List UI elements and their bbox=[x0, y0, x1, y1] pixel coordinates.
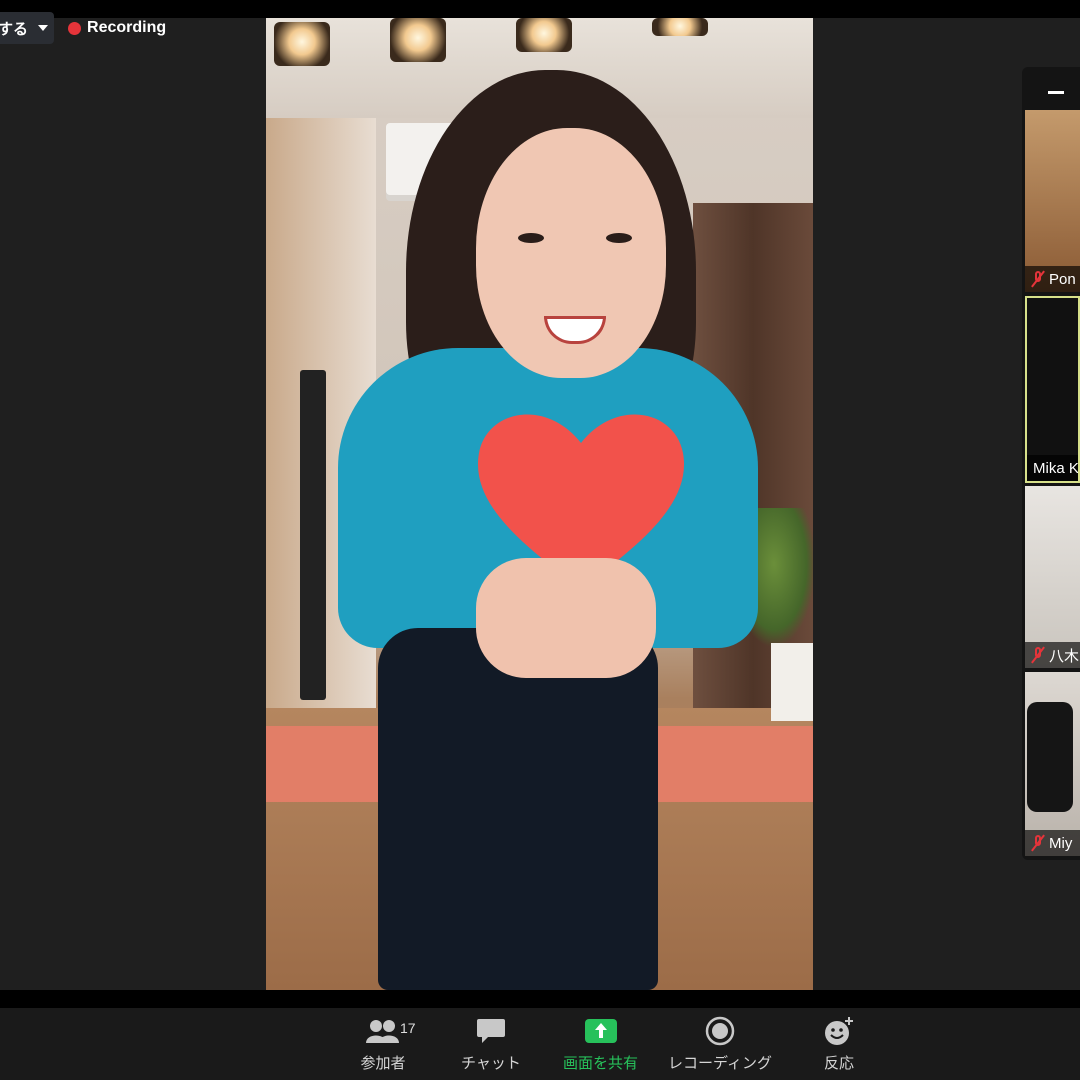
participant-video bbox=[1025, 110, 1080, 292]
participant-name-bar: Miy bbox=[1025, 830, 1080, 856]
recording-indicator: Recording bbox=[68, 19, 166, 37]
participant-name-bar: 八木 bbox=[1025, 642, 1080, 668]
participant-tile[interactable]: Pon bbox=[1025, 110, 1080, 292]
participants-icon: 17 bbox=[356, 1016, 416, 1046]
meeting-toolbar bbox=[0, 1008, 1080, 1080]
share-screen-icon bbox=[584, 1016, 618, 1046]
recording-status-label: Recording bbox=[87, 19, 167, 36]
window-bottom-bar bbox=[0, 990, 1080, 1008]
participant-video bbox=[1025, 486, 1080, 668]
gallery-strip-header bbox=[1022, 67, 1080, 107]
chevron-down-icon[interactable] bbox=[38, 25, 49, 31]
person-hands bbox=[476, 558, 656, 678]
floor-speaker bbox=[300, 370, 326, 700]
participant-figure bbox=[1027, 702, 1073, 812]
record-icon bbox=[705, 1016, 735, 1046]
chat-button[interactable]: チャット bbox=[461, 1016, 521, 1073]
participant-name-bar: Mika K bbox=[1027, 455, 1079, 481]
recording-controls: する Recording bbox=[0, 12, 166, 44]
participant-tile-active-speaker[interactable]: Mika K bbox=[1025, 296, 1080, 483]
chat-label: チャット bbox=[461, 1055, 521, 1072]
person-pants bbox=[378, 628, 658, 990]
participant-name: 八木 bbox=[1049, 647, 1080, 665]
ceiling-light bbox=[516, 18, 572, 52]
minimize-icon[interactable] bbox=[1048, 91, 1064, 94]
reactions-label: 反応 bbox=[823, 1055, 854, 1072]
participant-name: Mika K bbox=[1033, 459, 1079, 477]
record-button[interactable]: レコーディング bbox=[668, 1016, 772, 1073]
participants-count: 17 bbox=[400, 1020, 416, 1036]
chat-icon bbox=[476, 1016, 506, 1046]
share-screen-button[interactable]: 画面を共有 bbox=[563, 1016, 638, 1073]
mic-muted-icon bbox=[1031, 270, 1045, 288]
participants-label: 参加者 bbox=[360, 1055, 406, 1072]
participant-name: Miy bbox=[1049, 834, 1073, 852]
person-eye bbox=[606, 233, 632, 243]
recording-dot-icon bbox=[68, 21, 82, 35]
record-label: レコーディング bbox=[668, 1055, 772, 1072]
reactions-button[interactable]: 反応 bbox=[822, 1016, 856, 1073]
participant-name: Pon bbox=[1049, 270, 1076, 288]
ceiling-light bbox=[652, 18, 708, 36]
ceiling-light bbox=[390, 18, 446, 62]
stop-recording-label: する bbox=[0, 20, 29, 38]
share-screen-label: 画面を共有 bbox=[563, 1055, 639, 1072]
participant-tile[interactable]: Miy bbox=[1025, 672, 1080, 856]
smiley-plus-icon bbox=[825, 1017, 853, 1045]
mic-muted-icon bbox=[1031, 834, 1045, 852]
record-circle-icon bbox=[705, 1016, 735, 1046]
participant-tile[interactable]: 八木 bbox=[1025, 486, 1080, 668]
main-speaker-video bbox=[266, 18, 813, 990]
plant-pot bbox=[771, 643, 813, 721]
mic-muted-icon bbox=[1031, 646, 1045, 664]
participant-name-bar: Pon bbox=[1025, 266, 1080, 292]
reactions-icon bbox=[822, 1016, 856, 1046]
people-icon bbox=[366, 1020, 399, 1043]
chat-bubble-icon bbox=[476, 1019, 505, 1043]
share-arrow-icon bbox=[584, 1019, 617, 1043]
participant-video bbox=[1027, 298, 1078, 481]
participants-button[interactable]: 17 参加者 bbox=[356, 1016, 416, 1073]
person-eye bbox=[518, 233, 544, 243]
stop-recording-button[interactable]: する bbox=[0, 12, 55, 44]
ceiling-light bbox=[274, 22, 330, 66]
